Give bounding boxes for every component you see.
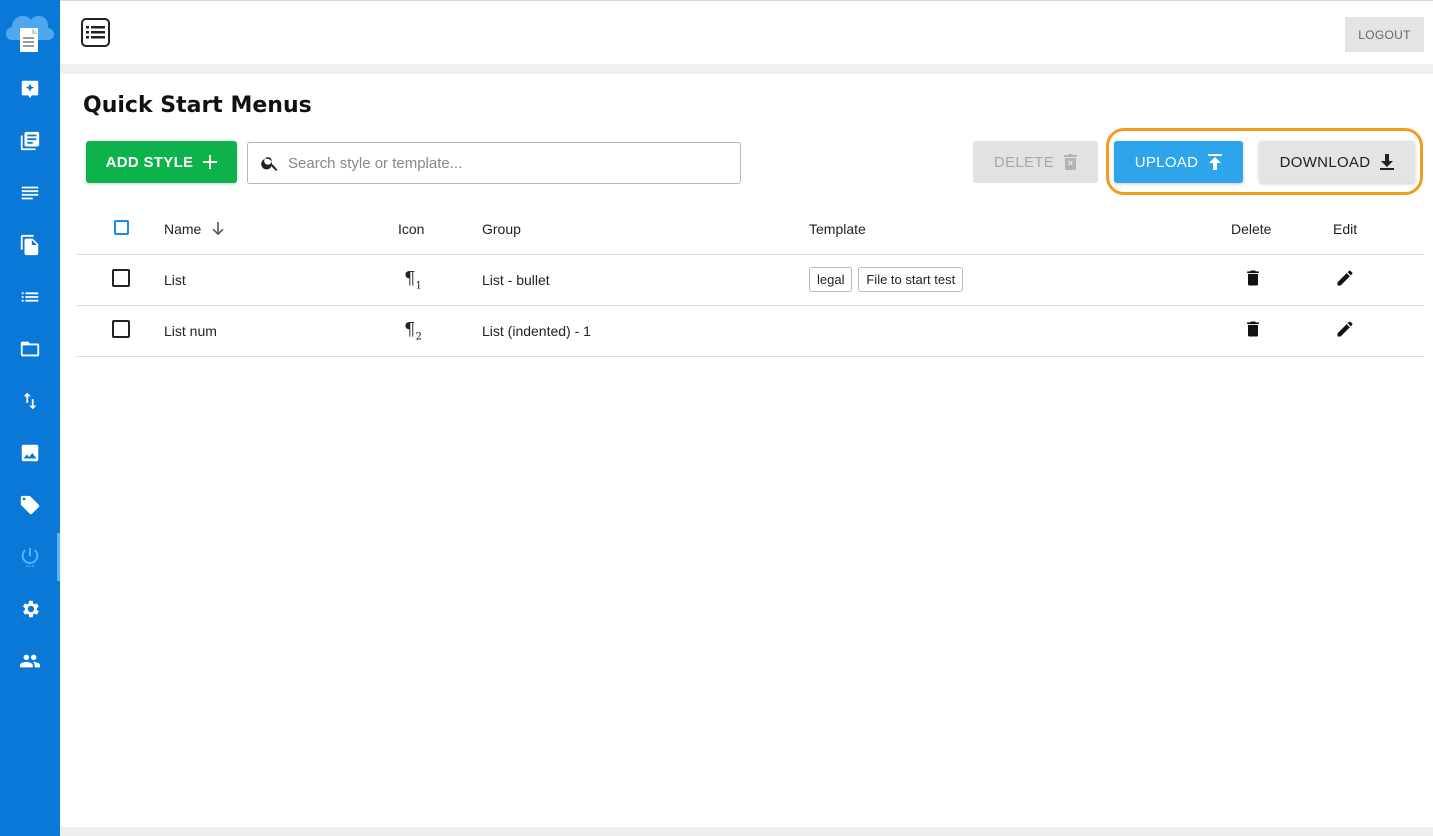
sidebar-item-users[interactable]: [0, 635, 60, 687]
row-group: List (indented) - 1: [482, 305, 809, 357]
styles-table: Name Icon Group Template Delete Edit Lis…: [76, 204, 1424, 357]
add-style-label: ADD STYLE: [105, 153, 194, 171]
paragraph-symbol: ¶: [404, 318, 416, 340]
pencil-icon[interactable]: [1335, 319, 1355, 339]
sidebar: [0, 0, 60, 836]
image-icon: [21, 444, 39, 462]
pencil-icon[interactable]: [1335, 268, 1355, 288]
list-menu-icon: [86, 26, 105, 39]
search-icon: [261, 157, 278, 171]
paragraph-icon: ¶2: [404, 318, 422, 343]
paragraph-symbol: ¶: [404, 267, 416, 289]
paragraph-icon: ¶1: [404, 267, 422, 292]
name-header-label: Name: [164, 220, 202, 237]
upload-button[interactable]: UPLOAD: [1114, 141, 1243, 183]
sidebar-item-documents[interactable]: [0, 219, 60, 271]
row-name: List: [164, 254, 398, 306]
sidebar-item-sort[interactable]: [0, 375, 60, 427]
power-icon: [21, 547, 39, 567]
top-bar: LOGOUT: [60, 0, 1433, 64]
sidebar-item-tags[interactable]: [0, 479, 60, 531]
download-label: DOWNLOAD: [1279, 153, 1371, 171]
add-style-button[interactable]: ADD STYLE: [86, 141, 237, 183]
page-title: Quick Start Menus: [83, 93, 312, 118]
text-lines-icon: [21, 186, 39, 200]
edit-column-header: Edit: [1333, 204, 1424, 255]
sidebar-item-images[interactable]: [0, 427, 60, 479]
download-button[interactable]: DOWNLOAD: [1259, 141, 1415, 183]
people-icon: [19, 654, 41, 668]
sidebar-item-text[interactable]: [0, 167, 60, 219]
row-name: List num: [164, 305, 398, 357]
sidebar-item-quick-start[interactable]: [0, 531, 60, 583]
delete-column-header: Delete: [1231, 204, 1333, 255]
arrow-down-icon[interactable]: [211, 221, 225, 236]
trash-icon[interactable]: [1243, 268, 1263, 288]
bottom-strip: [60, 827, 1433, 836]
download-icon: [1380, 154, 1395, 170]
delete-button[interactable]: DELETE: [973, 141, 1098, 183]
row-checkbox[interactable]: [112, 320, 130, 338]
magic-icon: [21, 80, 39, 99]
list-icon: [21, 292, 39, 302]
trash-x-icon: [1064, 154, 1078, 170]
paragraph-subscript: 1: [415, 280, 422, 292]
gear-icon: [23, 600, 39, 618]
sort-arrows-icon: [23, 392, 37, 410]
sidebar-item-settings[interactable]: [0, 583, 60, 635]
delete-label: DELETE: [993, 153, 1055, 171]
tag-icon: [20, 495, 40, 515]
cloud-document-logo-icon[interactable]: [4, 6, 56, 56]
paragraph-subscript: 2: [415, 331, 422, 343]
table-header-row: Name Icon Group Template Delete Edit: [76, 204, 1424, 255]
book-icon: [20, 131, 40, 151]
group-column-header: Group: [482, 204, 809, 255]
select-all-checkbox[interactable]: [114, 219, 129, 235]
template-chip[interactable]: File to start test: [858, 267, 964, 292]
sidebar-item-folder[interactable]: [0, 323, 60, 375]
main-panel: Quick Start Menus ADD STYLE DELETE UPLOA…: [60, 74, 1433, 827]
search-input[interactable]: [288, 154, 728, 172]
name-column-header[interactable]: Name: [164, 204, 398, 255]
sidebar-item-library[interactable]: [0, 115, 60, 167]
row-templates: [809, 305, 1231, 357]
row-checkbox[interactable]: [112, 269, 130, 287]
sidebar-item-magic[interactable]: [0, 63, 60, 115]
template-chip[interactable]: legal: [809, 267, 853, 292]
table-row[interactable]: List num ¶2 List (indented) - 1: [76, 305, 1424, 357]
icon-column-header: Icon: [398, 204, 482, 255]
upload-label: UPLOAD: [1134, 153, 1199, 171]
sidebar-item-list[interactable]: [0, 271, 60, 323]
folder-icon: [20, 341, 40, 357]
table-row[interactable]: List ¶1 List - bullet legal File to star…: [76, 254, 1424, 306]
search-box: [247, 142, 741, 184]
documents-icon: [20, 234, 39, 256]
plus-icon: [203, 155, 218, 169]
template-column-header: Template: [809, 204, 1231, 255]
logout-button[interactable]: LOGOUT: [1345, 17, 1424, 52]
trash-icon[interactable]: [1243, 319, 1263, 339]
list-menu-button[interactable]: [81, 18, 110, 47]
row-group: List - bullet: [482, 254, 809, 306]
upload-icon: [1208, 154, 1223, 170]
